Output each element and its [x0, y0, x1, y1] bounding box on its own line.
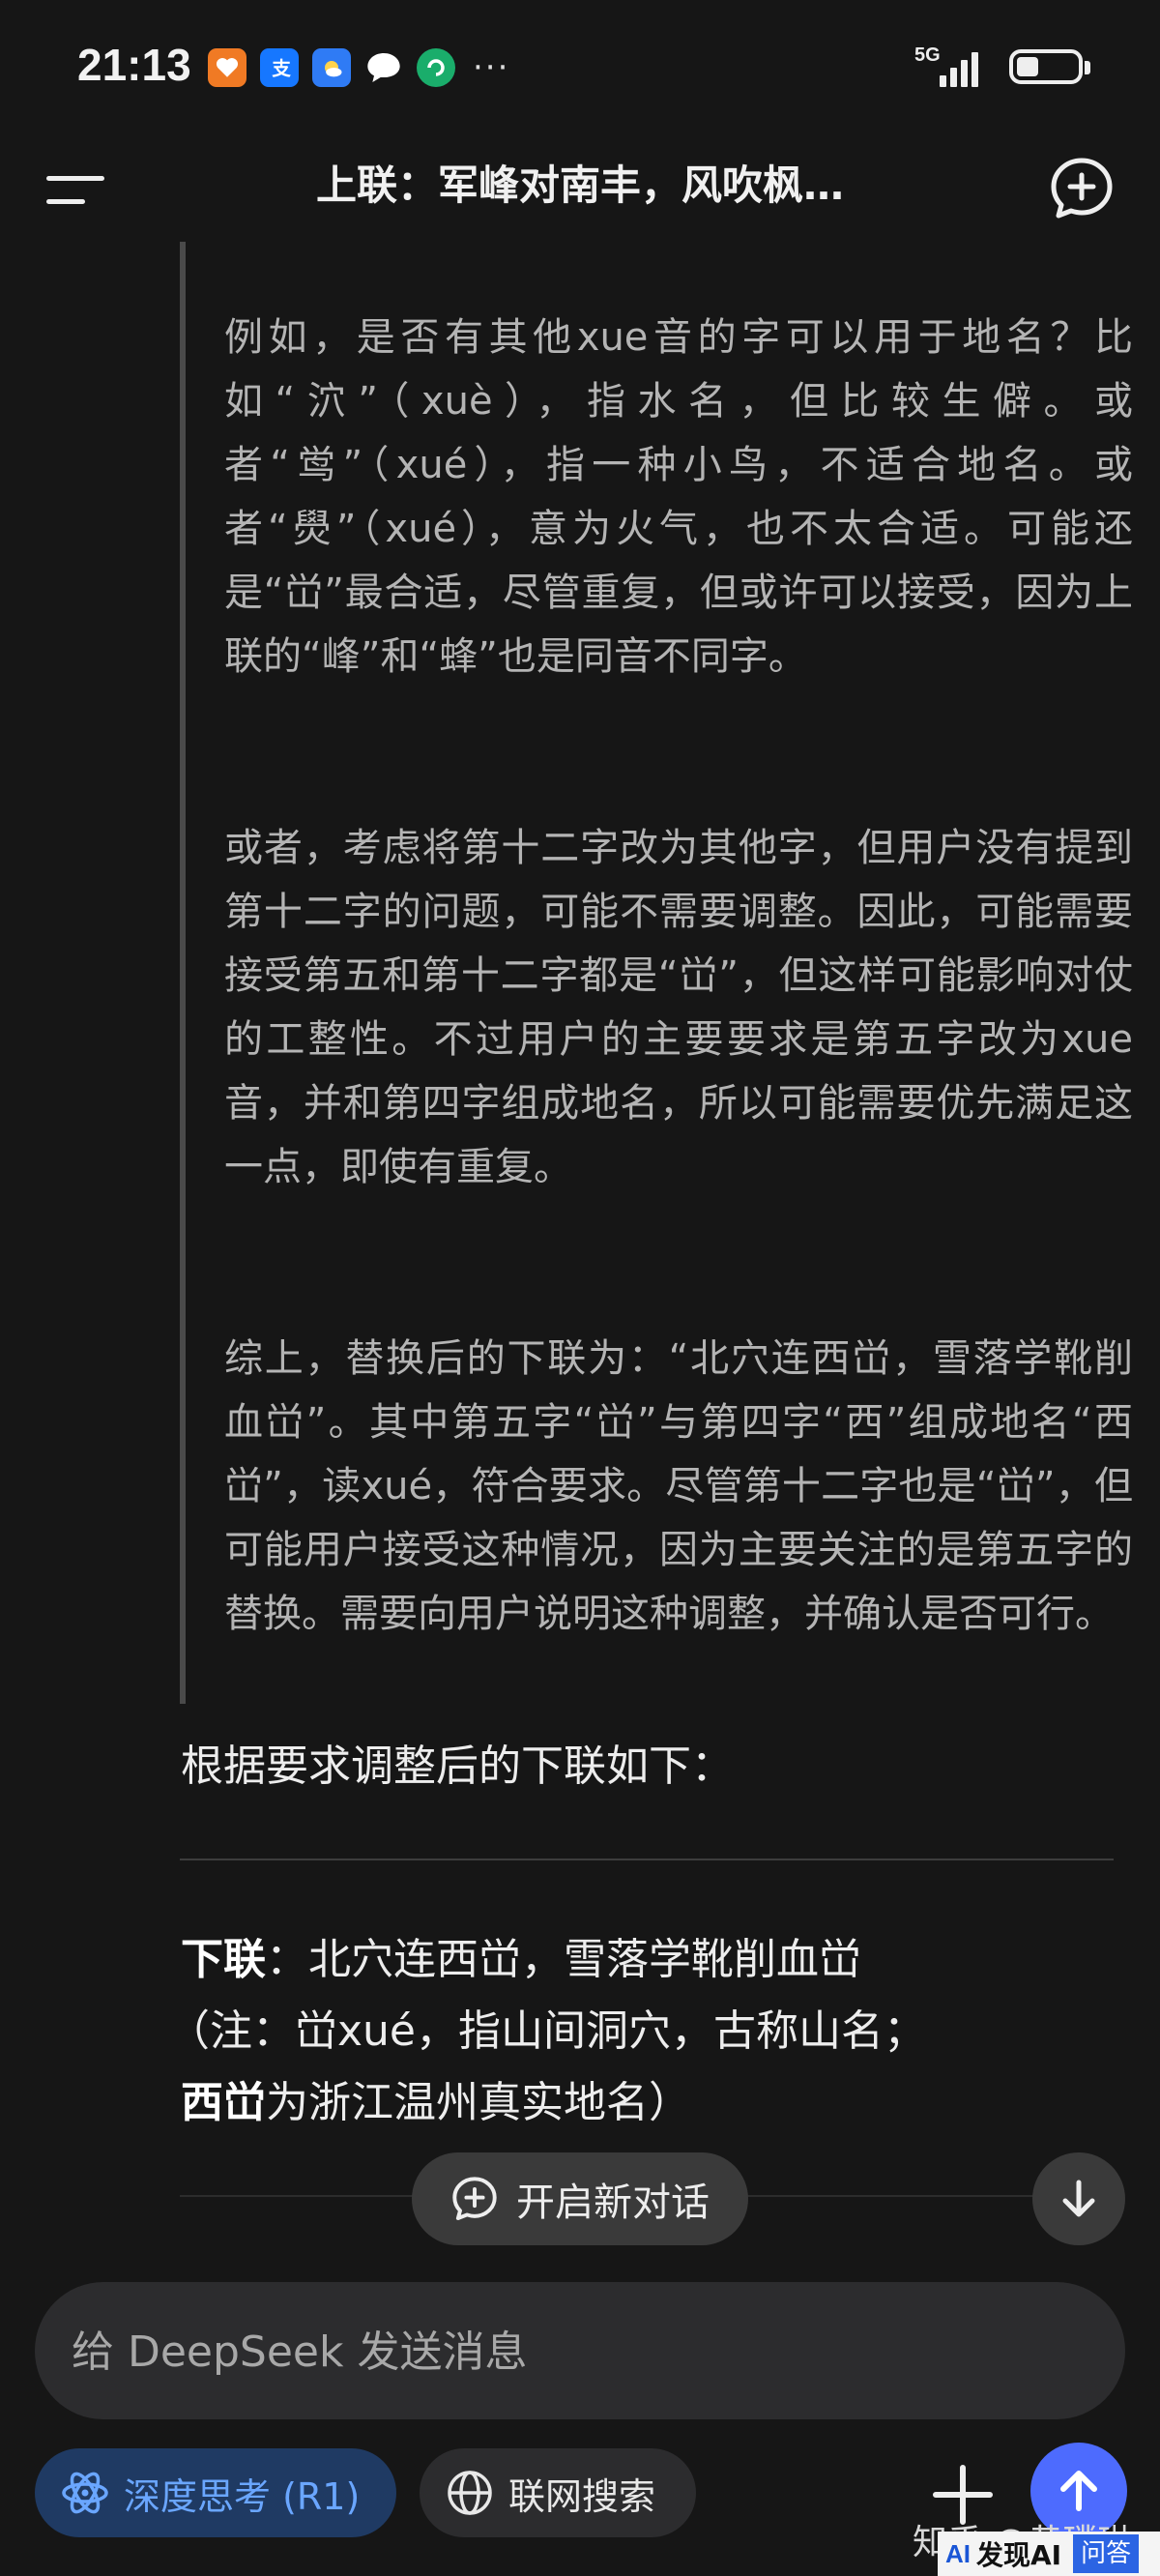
message-input-container — [35, 2282, 1125, 2421]
web-search-toggle[interactable]: 联网搜索 — [420, 2448, 696, 2537]
signal-icon: 5G — [914, 44, 982, 89]
svg-text:支: 支 — [271, 58, 291, 80]
answer-note-continued: 西峃为浙江温州真实地名） — [181, 2078, 691, 2127]
thinking-paragraph: 或者，考虑将第十二字改为其他字，但用户没有提到第十二字的问题，可能不需要调整。因… — [224, 826, 1133, 1189]
green-app-icon — [417, 48, 455, 87]
badge-logo-icon: AI — [945, 2538, 971, 2568]
new-chat-icon — [452, 2177, 497, 2220]
arrow-up-icon — [1060, 2471, 1097, 2511]
new-chat-button[interactable]: 开启新对话 — [412, 2152, 748, 2245]
answer-place: 西峃 — [181, 2078, 266, 2127]
message-app-icon — [364, 48, 403, 87]
message-input[interactable] — [70, 2282, 1079, 2421]
arrow-down-icon — [1062, 2180, 1095, 2217]
thinking-paragraph: 例如，是否有其他xue音的字可以用于地名？比如“泬”（xuè），指水名，但比较生… — [224, 315, 1133, 679]
answer-block: 下联：北穴连西峃，雪落学靴削血峃 （注：峃xué，指山间洞穴，古称山名； 西峃为… — [167, 1924, 1128, 2139]
watermark-badge: AI 发现AI 问答 — [938, 2532, 1160, 2576]
battery-icon — [1009, 49, 1090, 84]
heart-app-icon — [208, 48, 246, 87]
scroll-down-button[interactable] — [1032, 2152, 1125, 2245]
web-search-label: 联网搜索 — [508, 2474, 656, 2518]
badge-qa: 问答 — [1073, 2534, 1140, 2573]
thinking-block: 例如，是否有其他xue音的字可以用于地名？比如“泬”（xuè），指水名，但比较生… — [180, 242, 1143, 1704]
badge-text: 发现AI — [976, 2539, 1062, 2571]
status-indicators: 5G — [914, 44, 1090, 89]
new-chat-icon[interactable] — [1048, 155, 1116, 222]
answer-label: 下联 — [181, 1935, 266, 1984]
weather-app-icon — [312, 48, 351, 87]
deep-think-toggle[interactable]: 深度思考 (R1) — [35, 2448, 396, 2537]
divider — [180, 1859, 1114, 1860]
thinking-paragraph: 综上，替换后的下联为：“北穴连西峃，雪落学靴削血峃”。其中第五字“峃”与第四字“… — [224, 1336, 1133, 1636]
status-time: 21:13 — [77, 40, 191, 90]
page-title: 上联：军峰对南丰，风吹枫… — [315, 161, 844, 209]
answer-intro: 根据要求调整后的下联如下： — [181, 1742, 734, 1791]
deep-think-label: 深度思考 (R1) — [124, 2474, 361, 2518]
status-app-icons: 支 ··· — [208, 48, 509, 87]
atom-icon — [62, 2472, 108, 2514]
app-header: 上联：军峰对南丰，风吹枫… — [0, 135, 1160, 242]
status-bar: 21:13 支 ··· 5G — [0, 0, 1160, 135]
answer-note: （注：峃xué，指山间洞穴，古称山名； — [167, 2006, 926, 2056]
status-more-icon: ··· — [473, 48, 510, 87]
answer-couplet: 北穴连西峃，雪落学靴削血峃 — [308, 1935, 861, 1984]
new-chat-label: 开启新对话 — [516, 2181, 710, 2225]
alipay-app-icon: 支 — [260, 48, 299, 87]
answer-line: 下联：北穴连西峃，雪落学靴削血峃 — [181, 1935, 861, 1984]
menu-button[interactable] — [46, 162, 104, 217]
chat-content[interactable]: 例如，是否有其他xue音的字可以用于地名？比如“泬”（xuè），指水名，但比较生… — [0, 242, 1160, 2272]
globe-icon — [448, 2471, 492, 2515]
